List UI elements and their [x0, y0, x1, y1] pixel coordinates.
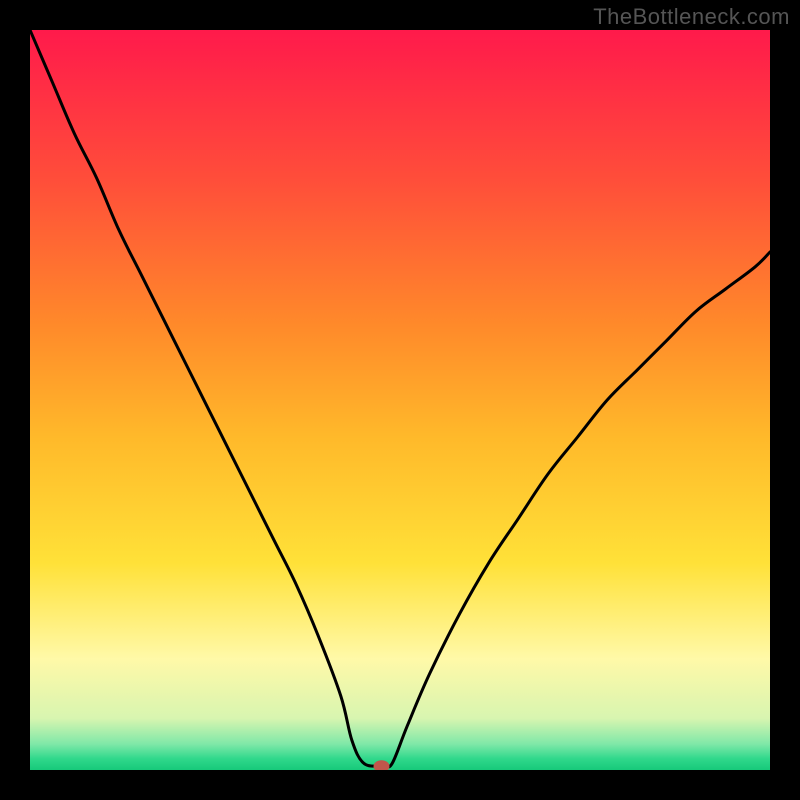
chart-frame: TheBottleneck.com	[0, 0, 800, 800]
marker-dot	[374, 760, 390, 772]
bottleneck-chart	[0, 0, 800, 800]
watermark-text: TheBottleneck.com	[593, 4, 790, 30]
gradient-background	[30, 30, 770, 770]
